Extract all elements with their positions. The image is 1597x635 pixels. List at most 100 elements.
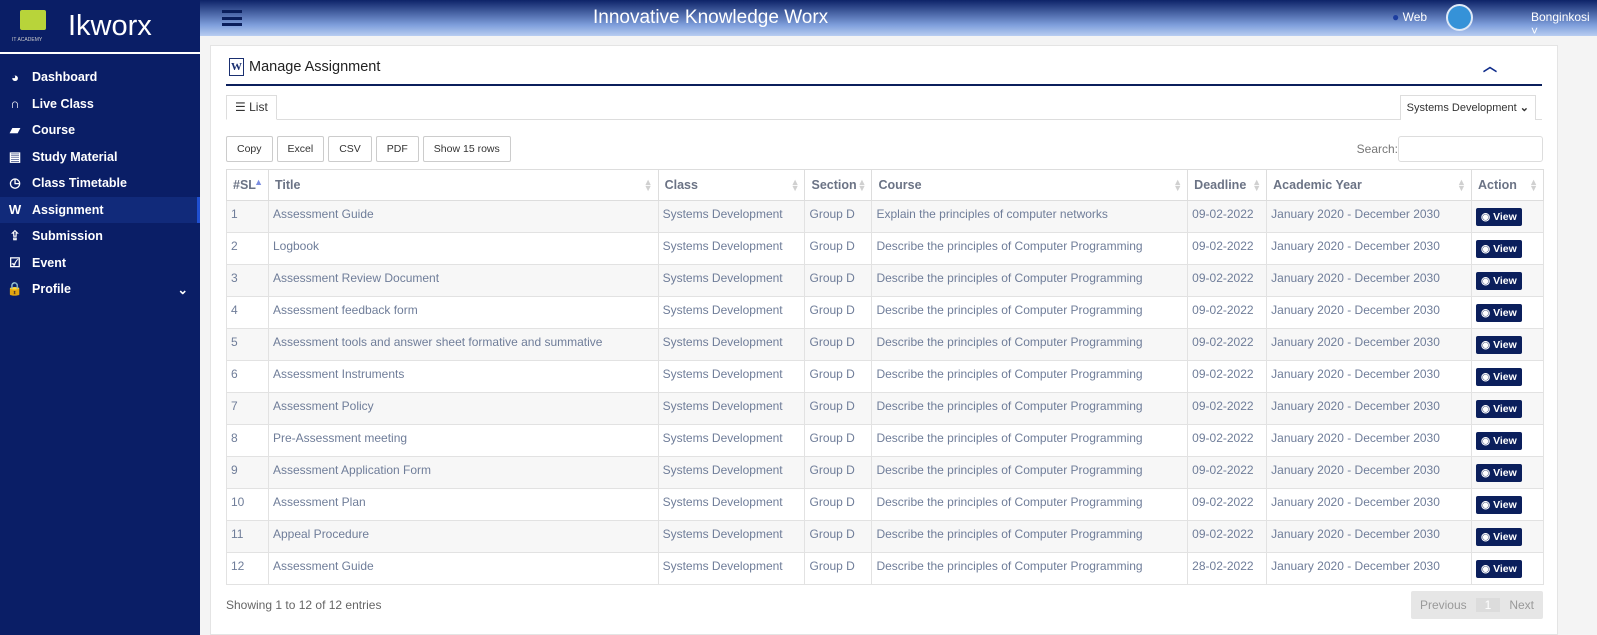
column-header-academic-year[interactable]: Academic Year ▲ ▼ [1266, 169, 1472, 201]
web-link[interactable]: ● Web [1392, 10, 1427, 24]
cell-action: ◉ View [1470, 200, 1545, 233]
view-button[interactable]: ◉ View [1475, 208, 1522, 226]
cell--sl: 6 [226, 360, 269, 393]
view-button[interactable]: ◉ View [1475, 528, 1522, 546]
cell-deadline: 09-02-2022 [1187, 456, 1268, 489]
cell-academic-year: January 2020 - December 2030 [1266, 520, 1472, 553]
sidebar-item-live-class[interactable]: ∩ Live Class [0, 91, 200, 118]
sidebar-item-label: Course [32, 123, 76, 138]
cell-title: Appeal Procedure [267, 520, 659, 553]
cell-action: ◉ View [1470, 392, 1545, 425]
view-button[interactable]: ◉ View [1475, 400, 1522, 418]
word-file-icon: W [229, 58, 244, 76]
class-select[interactable]: Systems Development ⌄ [1399, 95, 1536, 120]
page-1-button[interactable]: 1 [1475, 598, 1501, 612]
view-button[interactable]: ◉ View [1475, 368, 1522, 386]
user-menu[interactable]: Bonginkosi ˅ [1531, 10, 1597, 38]
sidebar-item-dashboard[interactable]: ◕ Dashboard [0, 64, 200, 91]
cell-class: Systems Development [657, 552, 806, 585]
cell-action: ◉ View [1470, 296, 1545, 329]
cell-deadline: 09-02-2022 [1187, 328, 1268, 361]
sidebar-item-class-timetable[interactable]: ◷ Class Timetable [0, 170, 200, 197]
cell-class: Systems Development [657, 232, 806, 265]
tab-list[interactable]: ☰ List [226, 95, 277, 120]
tabs: ☰ List Systems Development ⌄ [226, 95, 1542, 120]
clock-icon: ◷ [9, 175, 21, 191]
view-button[interactable]: ◉ View [1475, 432, 1522, 450]
cell-title: Assessment Review Document [267, 264, 659, 297]
folder-open-icon: ▰ [10, 122, 20, 138]
eye-icon: ◉ [1480, 435, 1491, 447]
sidebar-item-event[interactable]: ☑ Event [0, 250, 200, 277]
sidebar-item-submission[interactable]: ⇪ Submission [0, 223, 200, 250]
view-button[interactable]: ◉ View [1475, 272, 1522, 290]
cell-academic-year: January 2020 - December 2030 [1266, 264, 1472, 297]
pdf-button[interactable]: PDF [375, 136, 419, 162]
cell-section: Group D [804, 456, 873, 489]
view-button[interactable]: ◉ View [1475, 496, 1522, 514]
view-button[interactable]: ◉ View [1475, 304, 1522, 322]
view-button[interactable]: ◉ View [1475, 336, 1522, 354]
cell-action: ◉ View [1470, 264, 1545, 297]
cell--sl: 4 [226, 296, 269, 329]
column-header-class[interactable]: Class ▲ ▼ [657, 169, 806, 201]
copy-button[interactable]: Copy [226, 136, 273, 162]
file-text-icon: ▤ [8, 148, 22, 164]
show-rows-button[interactable]: Show 15 rows [422, 136, 511, 162]
view-button[interactable]: ◉ View [1475, 560, 1522, 578]
chevron-down-icon: ⌄ [177, 282, 188, 297]
sidebar-item-assignment[interactable]: W Assignment [0, 196, 200, 223]
sort-icon: ▲ ▼ [1252, 177, 1262, 193]
cell--sl: 12 [226, 552, 269, 585]
column-header-section[interactable]: Section ▲ ▼ [804, 169, 873, 201]
sidebar-item-profile[interactable]: 🔒 Profile ⌄ [0, 276, 200, 303]
table-row: 4 Assessment feedback form Systems Develop… [226, 296, 1545, 329]
column-header-deadline[interactable]: Deadline ▲ ▼ [1187, 169, 1268, 201]
cell-title: Pre-Assessment meeting [267, 424, 659, 457]
hamburger-menu-button[interactable] [222, 10, 242, 26]
cell-deadline: 09-02-2022 [1187, 264, 1268, 297]
sidebar-item-label: Event [32, 255, 67, 270]
column-header-title[interactable]: Title ▲ ▼ [267, 169, 659, 201]
cell-section: Group D [804, 296, 873, 329]
search-input[interactable] [1398, 136, 1543, 162]
cell-course: Describe the principles of Computer Prog… [871, 264, 1189, 297]
cell-title: Assessment feedback form [267, 296, 659, 329]
cell-course: Describe the principles of Computer Prog… [871, 552, 1189, 585]
sidebar: IT ACADEMY Ikworx ◕ Dashboard ∩ Live Class ▰… [0, 0, 200, 635]
globe-icon: ● [1392, 10, 1400, 24]
cell-course: Describe the principles of Computer Prog… [871, 424, 1189, 457]
column-header-action[interactable]: Action ▲ ▼ [1470, 169, 1545, 201]
avatar[interactable] [1446, 4, 1473, 31]
csv-button[interactable]: CSV [328, 136, 372, 162]
cell-section: Group D [804, 424, 873, 457]
sidebar-item-study-material[interactable]: ▤ Study Material [0, 144, 200, 171]
cell-action: ◉ View [1470, 424, 1545, 457]
cell-section: Group D [804, 392, 873, 425]
next-button[interactable]: Next [1500, 598, 1543, 612]
cell-class: Systems Development [657, 488, 806, 521]
cell-title: Assessment Guide [267, 552, 659, 585]
cell-academic-year: January 2020 - December 2030 [1266, 424, 1472, 457]
sort-icon: ▲ [254, 177, 263, 187]
table-row: 7 Assessment Policy Systems Development Gro… [226, 392, 1545, 425]
eye-icon: ◉ [1480, 499, 1491, 511]
column-header--sl[interactable]: #SL ▲ [226, 169, 269, 201]
previous-button[interactable]: Previous [1411, 598, 1476, 612]
eye-icon: ◉ [1480, 467, 1491, 479]
view-button[interactable]: ◉ View [1475, 464, 1522, 482]
assignment-table: #SL ▲ Title ▲ ▼ Class ▲ ▼ Section ▲ ▼ Course ▲ ▼ Deadl… [226, 169, 1545, 585]
brand[interactable]: IT ACADEMY Ikworx [0, 0, 200, 54]
view-button[interactable]: ◉ View [1475, 240, 1522, 258]
sidebar-item-course[interactable]: ▰ Course [0, 117, 200, 144]
sidebar-item-label: Dashboard [32, 70, 98, 85]
cell--sl: 1 [226, 200, 269, 233]
export-buttons: Copy Excel CSV PDF Show 15 rows [226, 136, 511, 162]
cell-section: Group D [804, 200, 873, 233]
collapse-icon[interactable]: ︿ [1483, 56, 1497, 76]
cell-academic-year: January 2020 - December 2030 [1266, 552, 1472, 585]
excel-button[interactable]: Excel [276, 136, 325, 162]
sidebar-item-label: Live Class [32, 96, 94, 111]
column-header-course[interactable]: Course ▲ ▼ [871, 169, 1189, 201]
sidebar-item-label: Class Timetable [32, 176, 127, 191]
